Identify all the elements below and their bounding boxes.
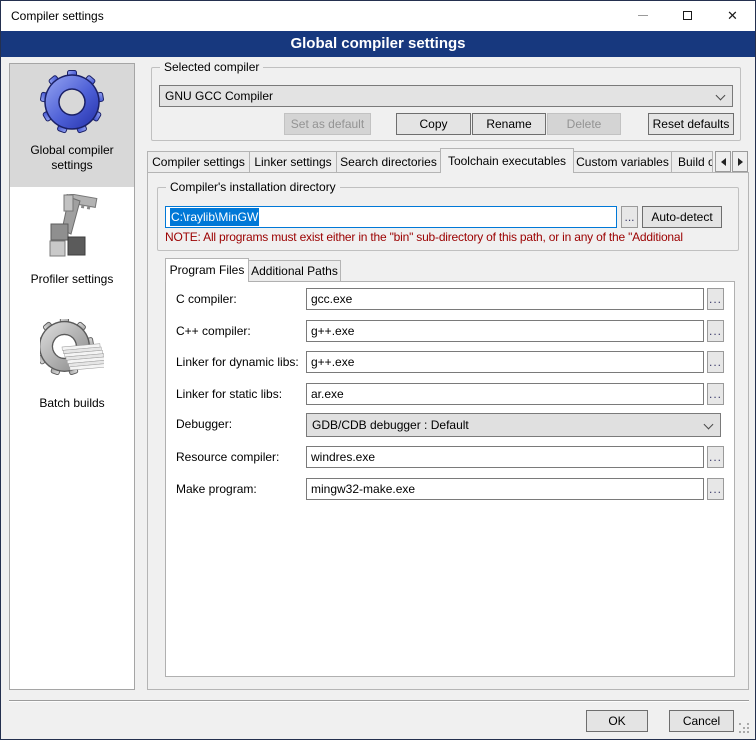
debugger-select-value: GDB/CDB debugger : Default <box>312 418 469 432</box>
minimize-button[interactable] <box>620 1 665 30</box>
group-legend: Compiler's installation directory <box>166 180 340 194</box>
tab-build-options[interactable]: Build options <box>671 151 713 172</box>
banner-title: Global compiler settings <box>290 35 465 52</box>
note-text: NOTE: All programs must exist either in … <box>165 230 731 244</box>
tab-scroll-right-button[interactable] <box>732 151 748 172</box>
linker-dynamic-input[interactable]: g++.exe <box>306 351 704 373</box>
sidebar-item-global-compiler-settings[interactable]: Global compiler settings <box>10 64 134 187</box>
maximize-button[interactable] <box>665 1 710 30</box>
window-controls: ✕ <box>620 1 755 30</box>
browse-button[interactable]: ... <box>707 478 724 500</box>
row-label: Resource compiler: <box>176 450 279 464</box>
tab-toolchain-executables[interactable]: Toolchain executables <box>440 148 574 173</box>
linker-static-input[interactable]: ar.exe <box>306 383 704 405</box>
triangle-left-icon <box>721 158 726 166</box>
row-label: Make program: <box>176 482 257 496</box>
rename-button[interactable]: Rename <box>472 113 546 135</box>
subtab-additional-paths[interactable]: Additional Paths <box>248 260 341 281</box>
copy-button[interactable]: Copy <box>396 113 471 135</box>
chevron-down-icon <box>716 91 726 101</box>
form-row: Debugger: GDB/CDB debugger : Default <box>166 413 734 437</box>
tab-linker-settings[interactable]: Linker settings <box>249 151 337 172</box>
browse-button[interactable]: ... <box>707 446 724 468</box>
window-title: Compiler settings <box>1 9 104 23</box>
triangle-right-icon <box>738 158 743 166</box>
settings-category-list: Global compiler settings Profiler s <box>9 63 135 690</box>
chevron-down-icon <box>704 420 714 430</box>
auto-detect-button[interactable]: Auto-detect <box>642 206 722 228</box>
gear-stack-icon <box>40 319 104 383</box>
titlebar[interactable]: Compiler settings ✕ <box>1 1 755 31</box>
form-row: Resource compiler: windres.exe ... <box>166 446 734 470</box>
resize-grip[interactable] <box>739 723 751 735</box>
row-label: C compiler: <box>176 292 237 306</box>
set-as-default-button: Set as default <box>284 113 371 135</box>
ok-button[interactable]: OK <box>586 710 648 732</box>
selected-text: C:\raylib\MinGW <box>170 208 259 226</box>
compiler-select[interactable]: GNU GCC Compiler <box>159 85 733 107</box>
form-row: C++ compiler: g++.exe ... <box>166 320 734 344</box>
sidebar-item-batch-builds[interactable]: Batch builds <box>10 316 134 412</box>
row-label: Debugger: <box>176 417 232 431</box>
tab-scroll-left-button[interactable] <box>715 151 731 172</box>
tab-custom-variables[interactable]: Custom variables <box>573 151 672 172</box>
form-row: Linker for dynamic libs: g++.exe ... <box>166 351 734 375</box>
cancel-button[interactable]: Cancel <box>669 710 734 732</box>
tab-search-directories[interactable]: Search directories <box>336 151 441 172</box>
form-row: Make program: mingw32-make.exe ... <box>166 478 734 502</box>
subtab-program-files[interactable]: Program Files <box>165 258 249 282</box>
browse-button[interactable]: ... <box>707 383 724 405</box>
caliper-icon <box>40 194 104 258</box>
row-label: C++ compiler: <box>176 324 251 338</box>
tab-compiler-settings[interactable]: Compiler settings <box>147 151 250 172</box>
debugger-select[interactable]: GDB/CDB debugger : Default <box>306 413 721 437</box>
minimize-icon <box>638 15 648 16</box>
install-dir-input[interactable]: C:\raylib\MinGW <box>165 206 617 228</box>
form-row: C compiler: gcc.exe ... <box>166 288 734 312</box>
browse-button[interactable]: ... <box>621 206 638 228</box>
sidebar-item-label: Global compiler settings <box>10 143 134 173</box>
maximize-icon <box>683 11 692 20</box>
reset-defaults-button[interactable]: Reset defaults <box>648 113 734 135</box>
compiler-select-value: GNU GCC Compiler <box>165 89 273 103</box>
row-label: Linker for static libs: <box>176 387 282 401</box>
sidebar-item-label: Batch builds <box>39 396 104 411</box>
browse-button[interactable]: ... <box>707 351 724 373</box>
cpp-compiler-input[interactable]: g++.exe <box>306 320 704 342</box>
banner: Global compiler settings <box>1 31 755 57</box>
c-compiler-input[interactable]: gcc.exe <box>306 288 704 310</box>
row-label: Linker for dynamic libs: <box>176 355 299 369</box>
program-files-page: C compiler: gcc.exe ... C++ compiler: g+… <box>165 281 735 677</box>
gear-blue-icon <box>40 70 104 134</box>
close-button[interactable]: ✕ <box>710 1 755 30</box>
separator <box>9 700 749 702</box>
browse-button[interactable]: ... <box>707 288 724 310</box>
sidebar-item-profiler-settings[interactable]: Profiler settings <box>10 191 134 291</box>
grip-dots-icon <box>739 723 741 725</box>
delete-button: Delete <box>547 113 621 135</box>
compiler-settings-window: Compiler settings ✕ Global compiler sett… <box>0 0 756 740</box>
make-program-input[interactable]: mingw32-make.exe <box>306 478 704 500</box>
close-icon: ✕ <box>727 9 738 22</box>
browse-button[interactable]: ... <box>707 320 724 342</box>
sidebar-item-label: Profiler settings <box>31 272 114 287</box>
resource-compiler-input[interactable]: windres.exe <box>306 446 704 468</box>
group-legend: Selected compiler <box>160 60 263 74</box>
form-row: Linker for static libs: ar.exe ... <box>166 383 734 407</box>
